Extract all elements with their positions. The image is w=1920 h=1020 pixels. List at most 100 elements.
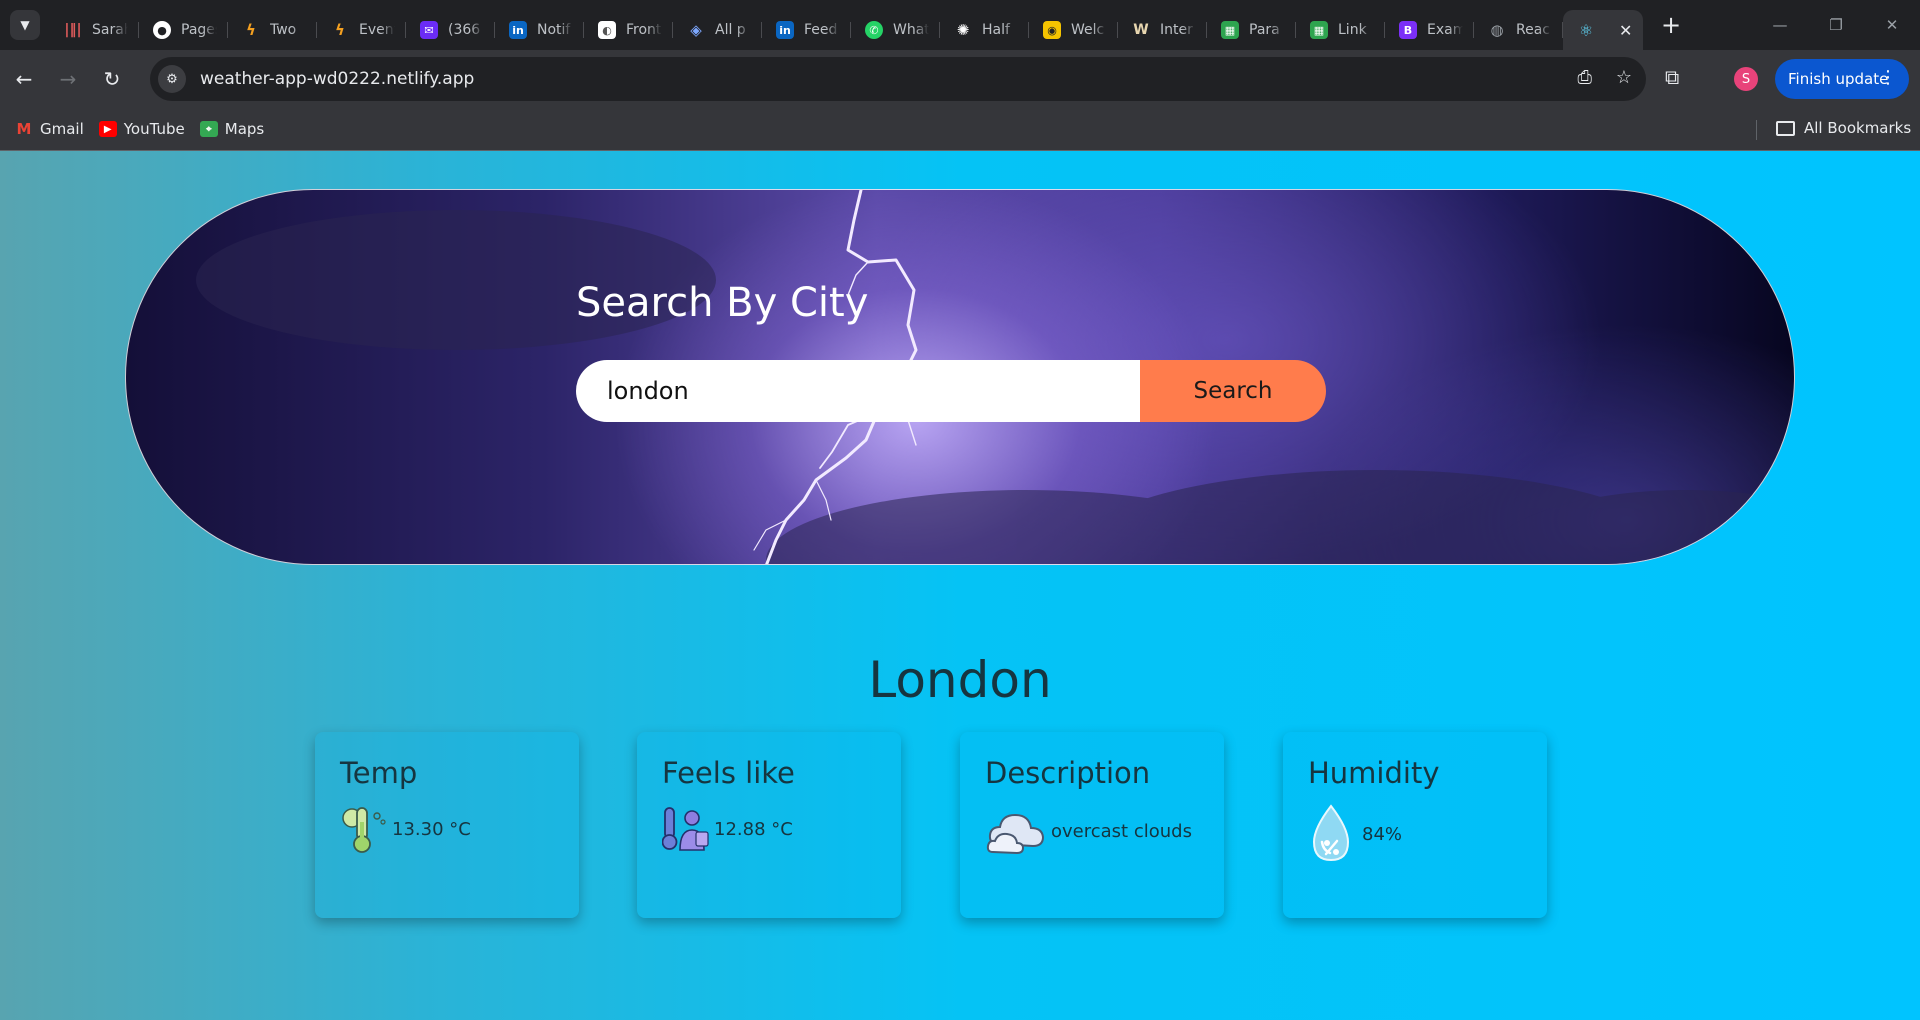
bookmark-label: Maps [224,120,265,138]
lightning-icon: ϟ [335,21,345,39]
page-viewport: Search By City Search London Temp 13.30 … [0,151,1920,1020]
feels-like-card: Feels like 12.88 °C [637,732,901,918]
card-row: overcast clouds [985,804,1192,858]
bookmark-star-icon[interactable]: ☆ [1616,67,1632,88]
youtube-icon: ▶ [98,121,117,137]
bookmark-gmail[interactable]: M Gmail [15,120,84,138]
tab-strip: ▼ |‖| Sarah ● Pages ϟ Two ϟ Event ✉ (366… [0,0,1920,50]
bookmark-label: YouTube [123,120,185,138]
tab-list: |‖| Sarah ● Pages ϟ Two ϟ Event ✉ (366 i… [50,0,1643,50]
new-tab-button[interactable]: + [1657,11,1685,39]
tab-welcome[interactable]: ◉ Welc [1029,10,1118,50]
tab-whatsapp[interactable]: ✆ What [851,10,940,50]
forward-button[interactable]: → [48,59,88,99]
tab-title: Event [359,22,395,38]
tab-link[interactable]: ▦ Link [1296,10,1385,50]
lightning-icon: ϟ [246,21,256,39]
back-button[interactable]: ← [4,59,44,99]
tab-title: Link [1338,22,1367,38]
audio-wave-icon: |‖| [64,22,82,38]
card-title: Temp [340,756,418,790]
extensions-puzzle-icon[interactable]: ⧉ [1665,65,1679,89]
mail-icon: ✉ [420,21,438,39]
tab-title: Sarah [92,22,128,38]
card-title: Feels like [662,756,795,790]
close-window-icon[interactable]: ✕ [1864,0,1920,50]
window-controls: — ❐ ✕ [1752,0,1920,50]
feels-like-value: 12.88 °C [714,818,793,840]
globe-icon: ◍ [1490,21,1504,39]
all-bookmarks-label: All Bookmarks [1804,119,1912,137]
tab-title: Inter [1160,22,1193,38]
card-row: 13.30 °C [340,804,471,854]
all-bookmarks-button[interactable]: All Bookmarks [1776,119,1911,137]
tab-title: Feed [804,22,838,38]
react-icon: ⚛ [1578,20,1594,40]
cloud-icon [986,813,1045,855]
tab-front[interactable]: ◐ Front [584,10,673,50]
tab-linkedin-notifications[interactable]: in Notif [495,10,584,50]
tab-two[interactable]: ϟ Two [228,10,317,50]
tab-all[interactable]: ◈ All p [673,10,762,50]
tab-exam[interactable]: B Exam [1385,10,1474,50]
tab-event[interactable]: ϟ Event [317,10,406,50]
bookmarks-divider [1756,120,1757,140]
tab-inter[interactable]: W Inter [1118,10,1207,50]
tab-title: Notif [537,22,571,38]
tab-title: Pages [181,22,217,38]
address-bar-actions: ⎙ ☆ [1577,67,1632,88]
github-icon: ● [153,21,171,39]
search-hero-banner: Search By City Search [125,189,1795,565]
bookmark-maps[interactable]: ⌖ Maps [199,120,265,138]
more-menu-icon: ⋮ [1879,67,1897,88]
feels-like-icon [662,807,709,851]
tab-title: What [893,22,929,38]
card-row: 12.88 °C [662,804,793,854]
bookmark-label: Gmail [40,120,84,138]
humidity-value: 84% [1362,823,1403,845]
tab-title: Two [270,22,297,38]
install-app-icon[interactable]: ⎙ [1577,67,1591,88]
sheet-icon: ▦ [1310,21,1328,39]
tab-title: Welc [1071,22,1105,38]
search-button[interactable]: Search [1140,360,1326,422]
thermometer-icon [342,807,386,853]
linkedin-icon: in [509,21,527,39]
coin-icon: ◉ [1043,21,1061,39]
site-settings-icon[interactable]: ⚙ [158,65,186,93]
reload-button[interactable]: ↻ [92,59,132,99]
tab-mail[interactable]: ✉ (366 [406,10,495,50]
bookmark-youtube[interactable]: ▶ YouTube [98,120,185,138]
browser-toolbar: ← → ↻ ⚙ weather-app-wd0222.netlify.app ⎙… [0,50,1920,108]
maps-icon: ⌖ [199,121,218,137]
tab-title: (366 [448,22,481,38]
tab-react[interactable]: ◍ Reac [1474,10,1563,50]
tab-search-button[interactable]: ▼ [10,10,40,40]
profile-avatar[interactable]: S [1734,67,1758,91]
close-tab-icon[interactable]: ✕ [1619,21,1632,40]
tab-half[interactable]: ✺ Half [940,10,1029,50]
tab-sarah[interactable]: |‖| Sarah [50,10,139,50]
chevron-down-icon: ▼ [20,18,30,32]
minimize-icon[interactable]: — [1752,0,1808,50]
tab-title: Front [626,22,662,38]
tab-active-weather-app[interactable]: ⚛ ✕ [1563,10,1643,50]
restore-icon[interactable]: ❐ [1808,0,1864,50]
card-row: 84% [1308,804,1402,864]
city-search-input[interactable] [576,360,1142,422]
front-icon: ◐ [598,21,616,39]
url-text[interactable]: weather-app-wd0222.netlify.app [200,69,474,89]
bookmarks-bar: M Gmail ▶ YouTube ⌖ Maps All Bookmarks [0,108,1920,151]
tab-pages[interactable]: ● Pages [139,10,228,50]
openai-icon: ✺ [956,21,970,39]
tab-para[interactable]: ▦ Para [1207,10,1296,50]
address-bar[interactable]: ⚙ weather-app-wd0222.netlify.app ⎙ ☆ [150,57,1646,101]
description-value: overcast clouds [1051,820,1192,842]
tab-linkedin-feed[interactable]: in Feed [762,10,851,50]
diamond-icon: ◈ [690,21,702,39]
w-icon: W [1133,22,1149,38]
city-name: London [868,651,1052,709]
finish-update-button[interactable]: Finish update ⋮ [1775,59,1909,99]
gmail-icon: M [16,120,32,138]
linkedin-icon: in [776,21,794,39]
